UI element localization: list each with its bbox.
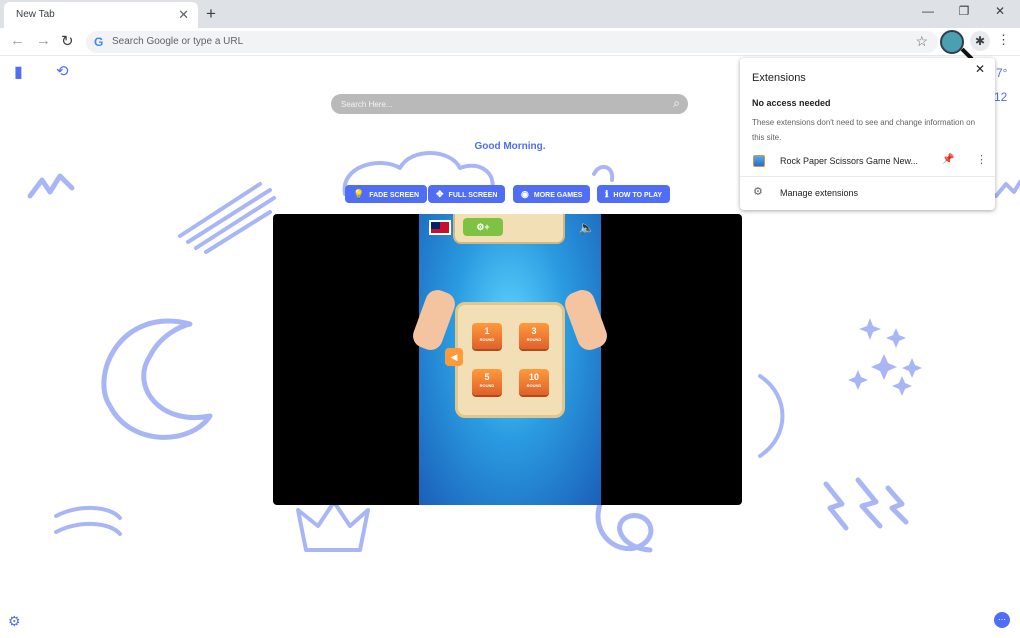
- sound-icon[interactable]: 🔈: [579, 220, 595, 236]
- round-number: 10: [528, 372, 539, 382]
- minimize-button[interactable]: —: [918, 4, 938, 18]
- no-access-description: These extensions don't need to see and c…: [752, 118, 976, 142]
- round-number: 1: [484, 326, 490, 336]
- back-button[interactable]: ←: [10, 32, 25, 49]
- game-frame: ⚙+ 🔈 1 ROUND 3 ROUND 5 ROUND 10 ROUND ◀: [273, 214, 742, 505]
- doodle-squiggle-right: [994, 180, 1020, 198]
- game-top-panel: ⚙+: [453, 214, 565, 244]
- doodle-arc-right: [758, 374, 785, 458]
- doodle-star: [886, 328, 906, 348]
- doodle-lightning-2: [855, 477, 883, 529]
- new-tab-button[interactable]: +: [206, 4, 216, 24]
- search-icon[interactable]: ⌕: [673, 96, 680, 111]
- round-5-button[interactable]: 5 ROUND: [472, 369, 502, 395]
- doodle-lightning-1: [823, 481, 849, 531]
- round-3-button[interactable]: 3 ROUND: [519, 323, 549, 349]
- more-options-icon[interactable]: ⋮: [976, 153, 987, 166]
- round-label: ROUND: [526, 337, 542, 342]
- divider: [740, 176, 995, 177]
- no-access-heading: No access needed: [752, 98, 831, 108]
- apps-grid-icon[interactable]: ⋯: [994, 612, 1010, 628]
- game-canvas[interactable]: ⚙+ 🔈 1 ROUND 3 ROUND 5 ROUND 10 ROUND ◀: [409, 214, 611, 505]
- left-hand-image: [409, 286, 459, 354]
- round-1-button[interactable]: 1 ROUND: [472, 323, 502, 349]
- round-label: ROUND: [479, 337, 495, 342]
- right-hand-image: [561, 286, 611, 354]
- how-to-play-button[interactable]: ℹ HOW TO PLAY: [597, 185, 671, 203]
- weather-value: 12: [994, 90, 1008, 104]
- doodle-squiggle-left: [27, 173, 75, 199]
- browser-toolbar: ← → ↻ G Search Google or type a URL ☆: [0, 28, 1020, 56]
- round-label: ROUND: [479, 383, 495, 388]
- restore-button[interactable]: ❐: [954, 4, 974, 18]
- doodle-star: [902, 358, 922, 378]
- doodle-stars: [848, 318, 922, 396]
- extension-app-icon: [753, 155, 765, 167]
- fade-screen-label: FADE SCREEN: [369, 192, 420, 199]
- expand-icon: ✥: [436, 189, 444, 199]
- round-number: 3: [531, 326, 537, 336]
- tab-strip: New Tab ✕ + — ❐ ✕: [0, 0, 1020, 28]
- more-games-label: MORE GAMES: [533, 192, 583, 199]
- doodle-star: [859, 318, 881, 340]
- doodle-scribble: [178, 182, 276, 254]
- tab-close-icon[interactable]: ✕: [178, 7, 189, 23]
- page-search-bar: ⌕: [331, 94, 688, 114]
- round-10-button[interactable]: 10 ROUND: [519, 369, 549, 395]
- full-screen-button[interactable]: ✥ FULL SCREEN: [428, 185, 506, 203]
- doodle-moon: [101, 318, 213, 440]
- doodle-star: [892, 376, 912, 396]
- info-icon: ℹ: [605, 189, 609, 199]
- round-select-panel: 1 ROUND 3 ROUND 5 ROUND 10 ROUND: [455, 302, 565, 418]
- full-screen-label: FULL SCREEN: [448, 192, 498, 199]
- doodle-lightning-3: [885, 485, 909, 525]
- weather-temperature: 7°: [996, 66, 1008, 80]
- tab-new-tab[interactable]: New Tab ✕: [4, 2, 198, 28]
- round-number: 5: [484, 372, 490, 382]
- bookmark-star-icon[interactable]: ☆: [915, 33, 928, 50]
- close-window-button[interactable]: ✕: [990, 4, 1010, 18]
- extension-item-name[interactable]: Rock Paper Scissors Game New...: [780, 156, 918, 166]
- fade-screen-button[interactable]: 💡 FADE SCREEN: [345, 185, 428, 203]
- bulb-icon: 💡: [353, 189, 365, 199]
- doodle-star: [848, 370, 868, 390]
- how-to-play-label: HOW TO PLAY: [613, 192, 663, 199]
- manage-extensions-link[interactable]: Manage extensions: [780, 188, 858, 198]
- google-icon: G: [94, 35, 104, 49]
- reload-button[interactable]: ↻: [61, 32, 74, 50]
- doodle-curl: [595, 501, 654, 553]
- game-players-button[interactable]: ⚙+: [463, 218, 503, 236]
- extensions-popup: Extensions ✕ No access needed These exte…: [740, 58, 995, 210]
- extensions-puzzle-icon[interactable]: ✱: [970, 31, 990, 51]
- game-back-button[interactable]: ◀: [445, 348, 463, 366]
- omnibox-placeholder: Search Google or type a URL: [112, 36, 244, 47]
- pin-icon[interactable]: 📌: [942, 154, 954, 165]
- extensions-title: Extensions: [752, 72, 806, 84]
- bookmark-icon[interactable]: ▮: [14, 62, 28, 81]
- language-flag-icon[interactable]: [429, 220, 451, 235]
- omnibox[interactable]: G Search Google or type a URL ☆: [86, 31, 938, 53]
- browser-menu-icon[interactable]: ⋮: [997, 32, 1010, 48]
- settings-gear-icon[interactable]: ⚙: [8, 613, 21, 630]
- more-games-button[interactable]: ◉ MORE GAMES: [513, 185, 591, 203]
- doodle-wave-left: [54, 505, 122, 536]
- gear-icon: ⚙: [753, 186, 763, 198]
- close-icon[interactable]: ✕: [975, 62, 985, 76]
- forward-button[interactable]: →: [36, 32, 51, 49]
- doodle-crown: [296, 500, 370, 552]
- doodle-hook: [592, 164, 615, 182]
- round-label: ROUND: [526, 383, 542, 388]
- doodle-star: [871, 354, 897, 380]
- tab-title: New Tab: [16, 9, 55, 20]
- gamepad-icon: ◉: [521, 189, 529, 199]
- page-search-input[interactable]: [341, 97, 661, 111]
- history-icon[interactable]: ⟲: [56, 62, 69, 80]
